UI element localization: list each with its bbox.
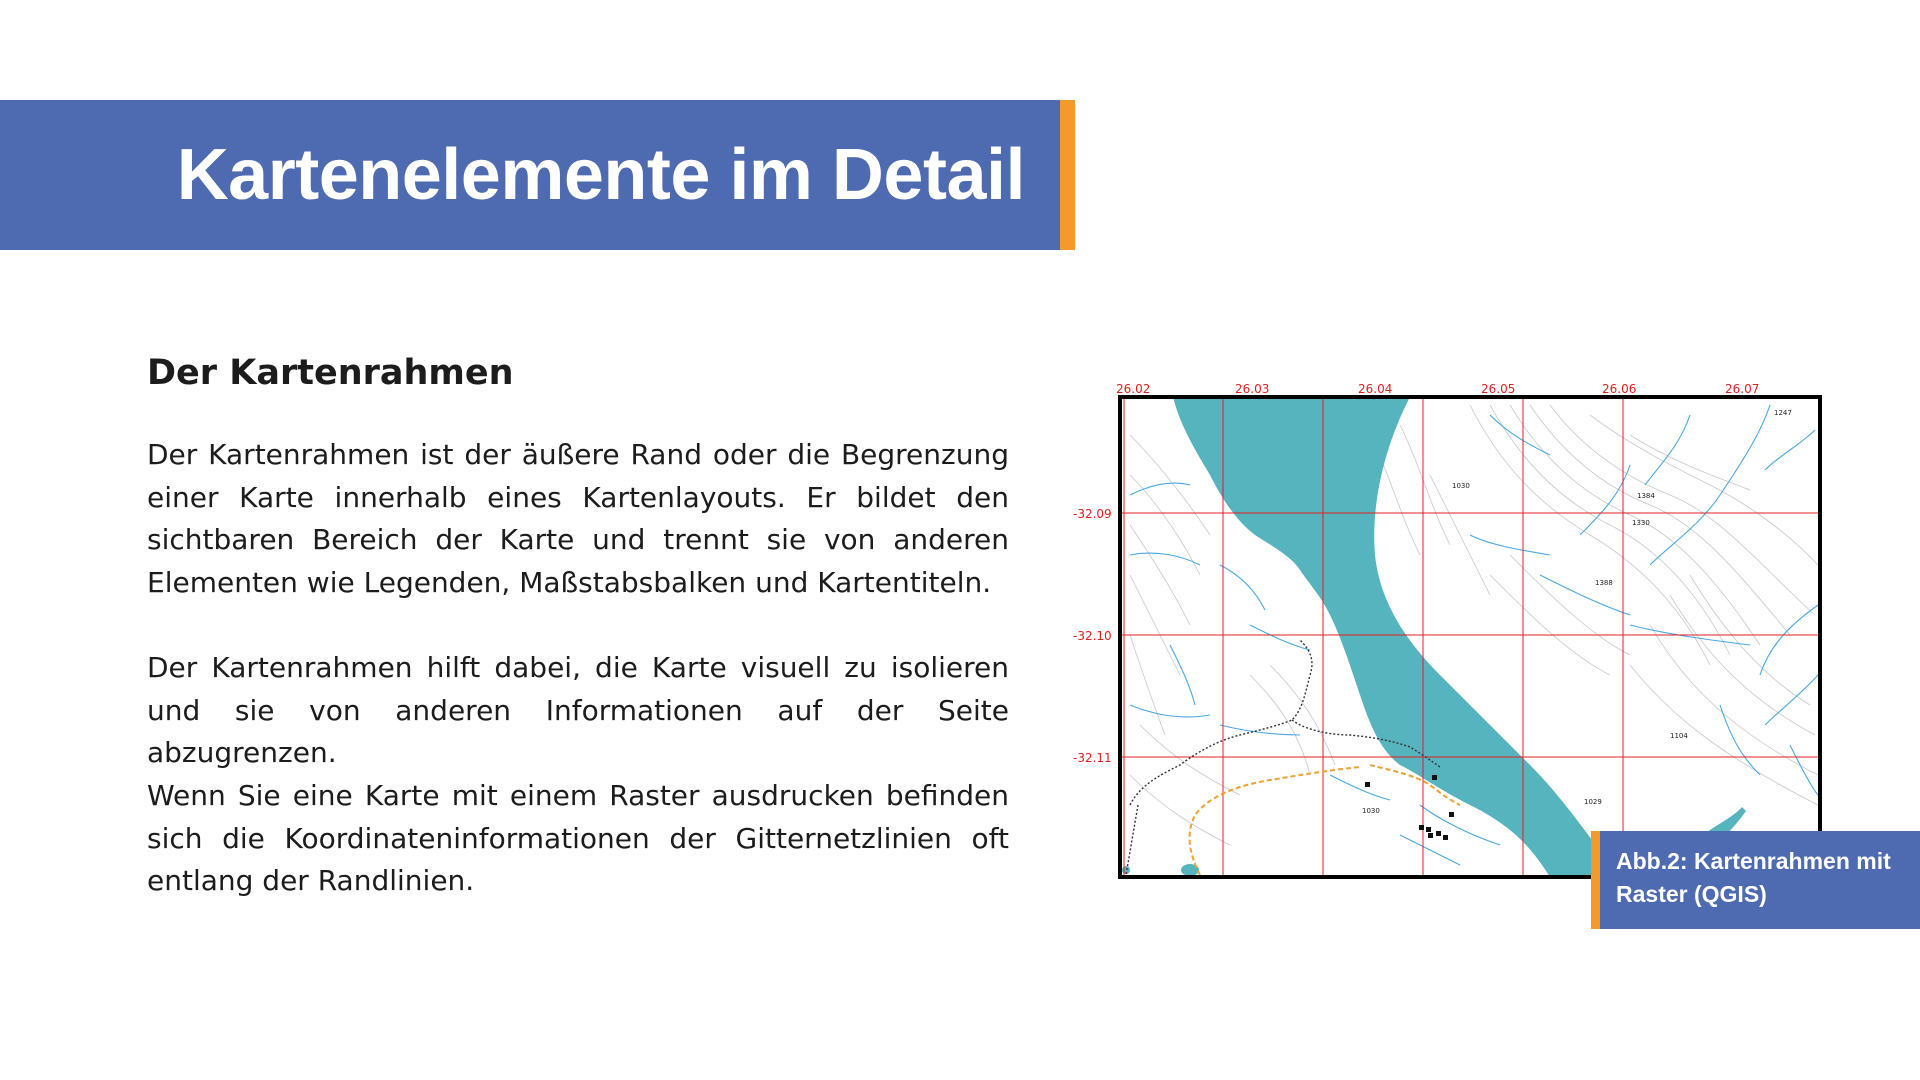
map-figure: 1247 1030 1384 1330 1388 1104 1030 1029 …	[1070, 375, 1830, 885]
spot-height: 1330	[1632, 519, 1650, 527]
grid-label-x: 26.05	[1481, 382, 1515, 396]
map-image: 1247 1030 1384 1330 1388 1104 1030 1029 …	[1073, 382, 1822, 879]
grid-label-x: 26.06	[1602, 382, 1636, 396]
spot-height: 1247	[1774, 409, 1792, 417]
grid-label-y: -32.11	[1073, 751, 1112, 765]
spot-height: 1029	[1584, 798, 1602, 806]
spot-height: 1104	[1670, 732, 1688, 740]
spot-height: 1388	[1595, 579, 1613, 587]
spot-height: 1030	[1452, 482, 1470, 490]
paragraph-frame-definition: Der Kartenrahmen ist der äußere Rand ode…	[147, 438, 1009, 599]
grid-label-x: 26.07	[1725, 382, 1759, 396]
spot-height: 1030	[1362, 807, 1380, 815]
grid-label-x: 26.04	[1358, 382, 1392, 396]
paragraph-grid-coordinates: Wenn Sie eine Karte mit einem Raster aus…	[147, 779, 1009, 897]
section-heading: Der Kartenrahmen	[147, 353, 514, 393]
grid-label-x: 26.03	[1235, 382, 1269, 396]
page-title: Kartenelemente im Detail	[176, 135, 1026, 215]
grid-label-y: -32.09	[1073, 507, 1112, 521]
title-accent-stripe	[1060, 100, 1075, 250]
paragraph-frame-purpose: Der Kartenrahmen hilft dabei, die Karte …	[147, 651, 1009, 769]
grid-label-x: 26.02	[1116, 382, 1150, 396]
caption-accent-stripe	[1591, 831, 1600, 929]
spot-height: 1384	[1637, 492, 1655, 500]
figure-caption: Abb.2: Kartenrahmen mit Raster (QGIS)	[1591, 831, 1920, 929]
grid-label-y: -32.10	[1073, 629, 1112, 643]
